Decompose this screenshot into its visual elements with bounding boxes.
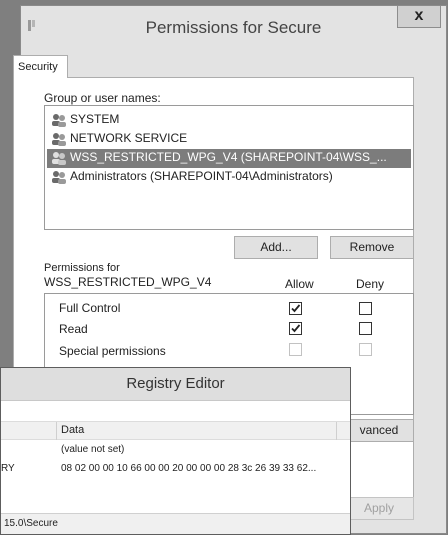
- users-icon: [52, 171, 66, 184]
- full-control-allow-checkbox[interactable]: [289, 302, 302, 315]
- perm-special-label: Special permissions: [59, 344, 166, 358]
- list-item-system[interactable]: SYSTEM: [51, 111, 391, 130]
- registry-editor-title[interactable]: Registry Editor: [1, 368, 350, 401]
- users-icon: [52, 152, 66, 165]
- data-column-header[interactable]: Data: [61, 424, 84, 436]
- registry-editor-window: Registry Editor Data (value not set) RY …: [0, 367, 351, 535]
- list-item-label: SYSTEM: [70, 112, 120, 126]
- list-item-wss-restricted[interactable]: WSS_RESTRICTED_WPG_V4 (SHAREPOINT-04\WSS…: [47, 149, 411, 168]
- read-allow-checkbox[interactable]: [289, 322, 302, 335]
- read-deny-checkbox[interactable]: [359, 322, 372, 335]
- special-deny-checkbox: [359, 343, 372, 356]
- special-allow-checkbox: [289, 343, 302, 356]
- deny-header: Deny: [356, 277, 385, 291]
- checkmark-icon: [291, 324, 301, 333]
- title-bar[interactable]: Permissions for Secure x: [21, 6, 446, 50]
- list-item-administrators[interactable]: Administrators (SHAREPOINT-04\Administra…: [51, 168, 391, 187]
- full-control-deny-checkbox[interactable]: [359, 302, 372, 315]
- list-item-network-service[interactable]: NETWORK SERVICE: [51, 130, 391, 149]
- group-label: Group or user names:: [44, 91, 161, 105]
- advanced-button[interactable]: vanced: [344, 419, 414, 442]
- permissions-principal-label: WSS_RESTRICTED_WPG_V4: [44, 275, 212, 289]
- user-listbox[interactable]: SYSTEM NETWORK SERVICE WSS_RESTRICTED_WP…: [44, 105, 414, 230]
- status-bar-path: 15.0\Secure: [1, 513, 350, 534]
- window-title: Permissions for Secure: [145, 18, 322, 37]
- row-type-fragment[interactable]: RY: [1, 463, 15, 474]
- permissions-for-label: Permissions for: [44, 262, 120, 274]
- perm-full-control-label: Full Control: [59, 301, 121, 315]
- remove-button[interactable]: Remove: [330, 236, 414, 259]
- add-button[interactable]: Add...: [234, 236, 318, 259]
- list-item-label: WSS_RESTRICTED_WPG_V4 (SHAREPOINT-04\WSS…: [70, 150, 387, 164]
- apply-button: Apply: [344, 497, 414, 520]
- allow-header: Allow: [285, 277, 314, 291]
- checkmark-icon: [291, 304, 301, 313]
- tab-security[interactable]: Security: [13, 55, 68, 78]
- column-divider[interactable]: [336, 422, 337, 440]
- list-item-label: Administrators (SHAREPOINT-04\Administra…: [70, 169, 333, 183]
- users-icon: [52, 133, 66, 146]
- column-divider[interactable]: [56, 422, 57, 440]
- users-icon: [52, 114, 66, 127]
- column-header-row: Data: [1, 421, 350, 440]
- close-button[interactable]: x: [397, 6, 441, 28]
- row-data-binary[interactable]: 08 02 00 00 10 66 00 00 20 00 00 00 28 3…: [61, 463, 316, 474]
- list-item-label: NETWORK SERVICE: [70, 131, 188, 145]
- row-data-default[interactable]: (value not set): [61, 444, 124, 455]
- perm-read-label: Read: [59, 322, 88, 336]
